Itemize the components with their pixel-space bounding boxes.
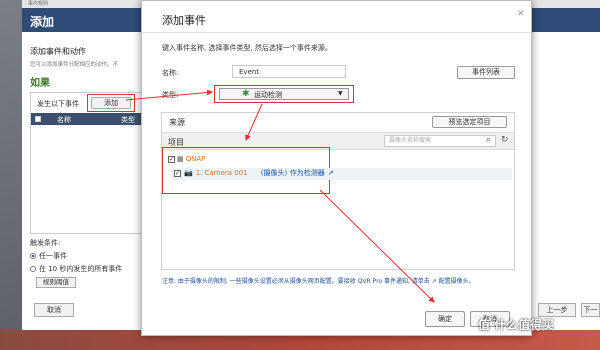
search-icon[interactable]: ⌕ <box>486 135 491 145</box>
bg-table-header: 名称 类型 <box>31 113 141 125</box>
source-label: 来源 <box>169 118 185 127</box>
camera-icon: 📷 <box>184 169 193 177</box>
bg-cancel-button[interactable]: 取消 <box>34 303 74 317</box>
bg-event-panel: 发生以下事件 添加 名称 类型 <box>30 92 142 234</box>
event-list-button[interactable]: 事件列表 <box>457 66 515 79</box>
camera-search-input[interactable]: 摄像头名称搜索 <box>384 135 496 147</box>
bg-radio-within[interactable]: 在 10 秒内发生的所有事件 <box>30 264 122 274</box>
camera-link[interactable]: (摄像头) <box>261 169 287 177</box>
bg-radio-within-label: 在 10 秒内发生的所有事件 <box>39 265 123 273</box>
add-button-highlight <box>87 94 135 112</box>
radio-unselected-icon <box>30 266 36 272</box>
camera-checkbox[interactable]: ✓ <box>174 170 181 177</box>
bg-col-type: 类型 <box>121 116 135 124</box>
bg-next-button[interactable]: 下一步 <box>581 303 600 317</box>
bg-col-name: 名称 <box>57 116 71 124</box>
bg-select-all-checkbox[interactable] <box>35 116 41 122</box>
bg-title: 添加 <box>30 15 55 29</box>
type-label: 类型: <box>162 91 179 99</box>
preview-selected-button[interactable]: 预览选定项目 <box>432 116 507 128</box>
dialog-note: 注意: 由于摄像头的限制, 一些摄像头设置必须从摄像头网页配置。要接收 QVR … <box>162 278 475 285</box>
motion-detect-icon: ✱ <box>242 89 250 99</box>
add-event-dialog: 添加事件 ✕ 键入事件名称, 选择事件类型, 然后选择一个事件来源。 名称: 事… <box>141 0 532 336</box>
name-label: 名称: <box>162 69 179 77</box>
external-link-icon[interactable]: ↗ <box>328 169 334 177</box>
server-name: QNAP <box>185 155 206 163</box>
server-icon: ▦ <box>177 155 184 163</box>
chevron-down-icon: ▼ <box>338 90 343 97</box>
bg-trigger-label: 触发条件: <box>30 239 61 247</box>
server-checkbox[interactable]: ✓ <box>168 155 175 163</box>
bg-section-title: 添加事件和动作 <box>30 47 86 56</box>
type-select[interactable]: ✱ 运动检测 ▼ <box>219 88 349 100</box>
close-icon[interactable]: ✕ <box>517 9 525 19</box>
tree-row-camera[interactable]: ✓ 📷 1. Camera 001 (摄像头) 作为检测器 ↗ <box>172 168 512 180</box>
type-select-highlight: ✱ 运动检测 ▼ <box>214 85 354 103</box>
refresh-icon[interactable]: ↻ <box>501 135 509 145</box>
bg-radio-any-label: 任一事件 <box>39 252 67 260</box>
camera-as-detector: 作为检测器 <box>289 169 325 177</box>
dialog-title: 添加事件 <box>162 14 206 27</box>
dialog-instruction: 键入事件名称, 选择事件类型, 然后选择一个事件来源。 <box>162 44 332 52</box>
camera-name: 1. Camera 001 <box>195 169 248 177</box>
name-input[interactable] <box>232 65 346 78</box>
ok-button[interactable]: 确定 <box>425 311 465 327</box>
watermark: 值 什么值得买 <box>478 318 555 332</box>
source-panel: 来源 预览选定项目 项目 摄像头名称搜索 ⌕ ↻ ✓ ▦ QNAP ✓ 📷 1. Cam… <box>161 112 515 270</box>
bg-if-label: 如果 <box>30 78 50 89</box>
type-select-value: 运动检测 <box>254 91 282 99</box>
bg-radio-any[interactable]: 任一事件 <box>30 251 67 261</box>
bg-occurred-label: 发生以下事件 <box>37 100 79 108</box>
tree-row-server[interactable]: ✓ ▦ QNAP <box>168 155 205 163</box>
bg-section-desc: 您可以添加事件分配相应的动作。不 <box>30 62 119 68</box>
bg-prev-button[interactable]: 上一步 <box>538 303 576 317</box>
bg-rules-button[interactable]: 规则阈值 <box>36 277 76 288</box>
dialog-divider <box>142 32 531 33</box>
bg-topbar-text: 事件规则 <box>28 1 49 7</box>
radio-selected-icon <box>30 253 36 259</box>
